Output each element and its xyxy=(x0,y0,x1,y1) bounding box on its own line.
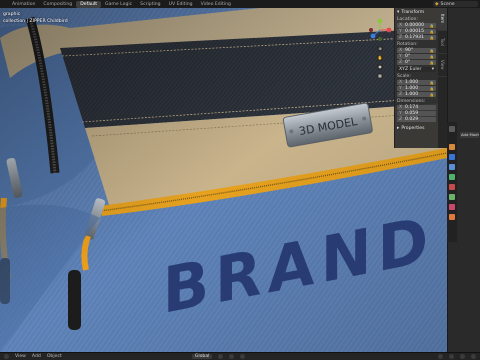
menu-view[interactable]: View xyxy=(15,354,26,359)
sidebar-n-panel: ▾ Transform Location: X 0.00000 🔒 Y 0.00015… xyxy=(394,8,438,148)
lock-icon[interactable]: 🔒 xyxy=(430,93,434,97)
pivot-point-icon[interactable] xyxy=(218,354,224,359)
sidebar-tabs: Item Tool View xyxy=(438,8,447,148)
workspace-tab-game-logic[interactable]: Game Logic xyxy=(101,1,136,8)
pan-hand-icon[interactable]: ✋ xyxy=(377,55,383,61)
tab-tool[interactable]: Tool xyxy=(438,31,447,54)
tool-icon[interactable] xyxy=(449,126,455,132)
location-z-field[interactable]: Z 0.17931 🔒 xyxy=(397,35,436,40)
wrench-modifier-icon[interactable] xyxy=(449,154,455,160)
workspace-tab-compositing[interactable]: Compositing xyxy=(39,1,76,8)
dimensions-z-field[interactable]: Z 0.029 xyxy=(397,117,436,122)
navigation-gizmo[interactable] xyxy=(368,18,392,42)
zoom-icon[interactable]: ⊕ xyxy=(377,46,383,52)
menu-object[interactable]: Object xyxy=(47,354,62,359)
rotation-x-field[interactable]: X 90° 🔒 xyxy=(397,48,436,53)
scene-label: Scene xyxy=(440,1,455,7)
workspace-tab-uv-editing[interactable]: UV Editing xyxy=(165,1,197,8)
properties-panel-header[interactable]: ▸ Properties xyxy=(397,125,436,131)
snap-icon[interactable] xyxy=(229,354,235,359)
tab-view[interactable]: View xyxy=(438,54,447,77)
constraints-icon[interactable] xyxy=(449,184,455,190)
proportional-edit-icon[interactable] xyxy=(240,354,246,359)
shading-solid-icon[interactable] xyxy=(460,354,465,359)
workspace-tab-default[interactable]: Default xyxy=(76,0,102,8)
scene-selector[interactable]: ◆ Scene xyxy=(433,1,478,7)
overlays-icon[interactable] xyxy=(438,354,443,359)
location-x-field[interactable]: X 0.00000 🔒 xyxy=(397,23,436,28)
dimensions-x-field[interactable]: X 0.174 xyxy=(397,105,436,110)
chevron-down-icon: ▾ xyxy=(431,67,434,72)
lock-icon[interactable]: 🔒 xyxy=(430,30,434,34)
lock-icon[interactable]: 🔒 xyxy=(430,55,434,59)
scale-z-field[interactable]: Z 1.000 🔒 xyxy=(397,92,436,97)
menu-add[interactable]: Add xyxy=(32,354,41,359)
viewport-navigation-tools: ⊕ ✋ ◉ ▦ xyxy=(377,46,383,79)
add-modifier-button[interactable]: Add Modifier xyxy=(460,132,479,138)
rotation-y-field[interactable]: Y 0° 🔒 xyxy=(397,54,436,59)
lock-icon[interactable]: 🔒 xyxy=(430,81,434,85)
workspace-tab-animation[interactable]: Animation xyxy=(8,1,39,8)
lock-icon[interactable]: 🔒 xyxy=(430,49,434,53)
scale-label: Scale: xyxy=(397,74,411,79)
viewport-header-bar: View Add Object Global xyxy=(0,352,480,360)
xray-icon[interactable] xyxy=(449,354,454,359)
properties-tab-strip xyxy=(447,122,457,242)
data-icon[interactable] xyxy=(449,194,455,200)
rotation-mode-select[interactable]: XYZ Euler ▾ xyxy=(397,67,436,72)
viewport-info: graphic collection | ZIPPER Childbird xyxy=(3,11,68,25)
scale-x-field[interactable]: X 1.000 🔒 xyxy=(397,80,436,85)
scene-icon: ◆ xyxy=(435,1,439,7)
physics-icon[interactable] xyxy=(449,174,455,180)
workspace-tab-scripting[interactable]: Scripting xyxy=(136,1,164,8)
camera-icon[interactable]: ◉ xyxy=(377,64,383,70)
grid-icon[interactable]: ▦ xyxy=(377,73,383,79)
chevron-down-icon: ▾ xyxy=(397,9,400,15)
transform-panel-header[interactable]: ▾ Transform xyxy=(397,9,436,15)
lock-icon[interactable]: 🔒 xyxy=(430,24,434,28)
dimensions-label: Dimensions: xyxy=(397,99,426,104)
shading-material-icon[interactable] xyxy=(471,354,476,359)
editor-type-icon[interactable] xyxy=(4,354,9,359)
tab-item[interactable]: Item xyxy=(438,8,447,31)
dimensions-y-field[interactable]: Y 0.059 xyxy=(397,111,436,116)
viewport-collection-text: collection | ZIPPER Childbird xyxy=(3,19,68,24)
lock-icon[interactable]: 🔒 xyxy=(430,36,434,40)
chevron-right-icon: ▸ xyxy=(397,125,400,131)
rotation-z-field[interactable]: Z 0° 🔒 xyxy=(397,60,436,65)
transform-orientation-select[interactable]: Global xyxy=(191,354,213,359)
properties-header-label: Properties xyxy=(401,125,425,131)
material-icon[interactable] xyxy=(449,204,455,210)
rotation-label: Rotation: xyxy=(397,42,418,47)
viewport-mode-text: graphic xyxy=(3,12,21,17)
texture-icon[interactable] xyxy=(449,214,455,220)
3d-viewport[interactable]: 3D MODEL BRAND graphic collection | ZIPP… xyxy=(0,8,447,352)
scale-y-field[interactable]: Y 1.000 🔒 xyxy=(397,86,436,91)
lock-icon[interactable]: 🔒 xyxy=(430,61,434,65)
object-icon[interactable] xyxy=(449,144,455,150)
particles-icon[interactable] xyxy=(449,164,455,170)
location-y-field[interactable]: Y 0.00015 🔒 xyxy=(397,29,436,34)
location-label: Location: xyxy=(397,17,418,22)
workspace-tab-video-editing[interactable]: Video Editing xyxy=(197,1,235,8)
transform-header-label: Transform xyxy=(401,9,425,15)
lock-icon[interactable]: 🔒 xyxy=(430,87,434,91)
